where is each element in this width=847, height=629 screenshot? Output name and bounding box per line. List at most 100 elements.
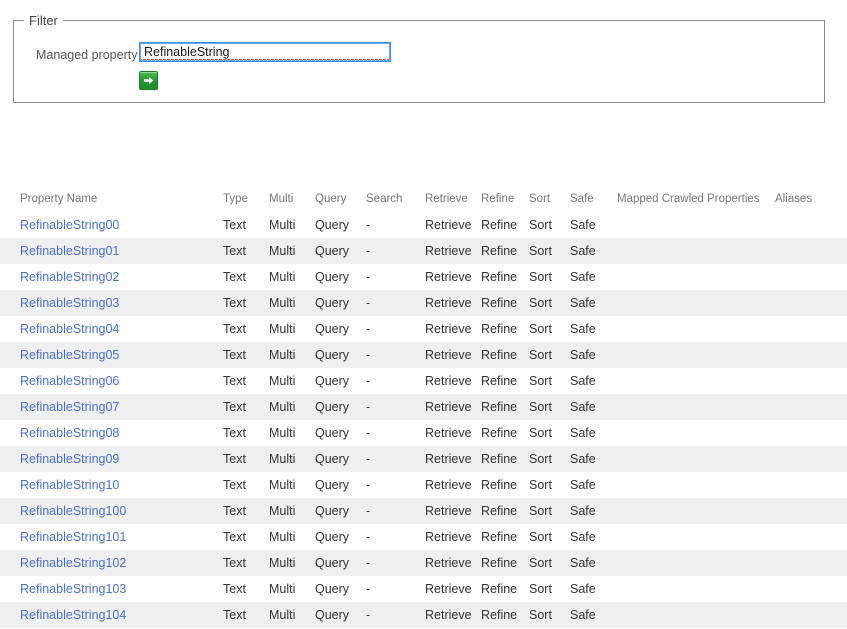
column-header-safe[interactable]: Safe xyxy=(570,186,617,212)
cell-type: Text xyxy=(223,296,246,310)
property-name-link[interactable]: RefinableString01 xyxy=(20,244,119,258)
cell-safe: Safe xyxy=(570,530,596,544)
column-header-retrieve[interactable]: Retrieve xyxy=(425,186,481,212)
cell-aliases xyxy=(775,368,847,394)
cell-property-name: RefinableString102 xyxy=(0,550,223,576)
cell-aliases xyxy=(775,524,847,550)
property-name-link[interactable]: RefinableString103 xyxy=(20,582,126,596)
table-row: RefinableString104 Text Multi Query - Retriev… xyxy=(0,602,847,628)
cell-safe: Safe xyxy=(570,556,596,570)
property-name-link[interactable]: RefinableString08 xyxy=(20,426,119,440)
table-row: RefinableString100 Text Multi Query - Retriev… xyxy=(0,498,847,524)
cell-sort: Sort xyxy=(529,556,552,570)
cell-sort: Sort xyxy=(529,582,552,596)
cell-refine: Refine xyxy=(481,348,518,362)
column-header-query[interactable]: Query xyxy=(315,186,366,212)
filter-go-button[interactable] xyxy=(139,71,158,90)
cell-search: - xyxy=(366,374,371,388)
property-name-link[interactable]: RefinableString104 xyxy=(20,608,126,622)
cell-retrieve: Retrieve xyxy=(425,244,472,258)
property-name-link[interactable]: RefinableString06 xyxy=(20,374,119,388)
column-header-property-name[interactable]: Property Name xyxy=(0,186,223,212)
table-row: RefinableString03 Text Multi Query - Retrieve… xyxy=(0,290,847,316)
column-header-multi[interactable]: Multi xyxy=(269,186,315,212)
column-header-sort[interactable]: Sort xyxy=(529,186,570,212)
cell-property-name: RefinableString101 xyxy=(0,524,223,550)
cell-refine: Refine xyxy=(481,582,518,596)
cell-mapped-crawled-properties xyxy=(617,238,775,264)
column-header-type[interactable]: Type xyxy=(223,186,269,212)
cell-mapped-crawled-properties xyxy=(617,550,775,576)
property-name-link[interactable]: RefinableString09 xyxy=(20,452,119,466)
property-name-link[interactable]: RefinableString00 xyxy=(20,218,119,232)
cell-query: Query xyxy=(315,426,350,440)
cell-retrieve: Retrieve xyxy=(425,504,472,518)
property-name-link[interactable]: RefinableString102 xyxy=(20,556,126,570)
cell-retrieve: Retrieve xyxy=(425,478,472,492)
cell-multi: Multi xyxy=(269,504,296,518)
cell-sort: Sort xyxy=(529,322,552,336)
cell-multi: Multi xyxy=(269,322,296,336)
cell-aliases xyxy=(775,342,847,368)
cell-property-name: RefinableString00 xyxy=(0,212,223,238)
cell-mapped-crawled-properties xyxy=(617,368,775,394)
column-header-mapped-crawled-properties[interactable]: Mapped Crawled Properties xyxy=(617,186,775,212)
property-name-link[interactable]: RefinableString04 xyxy=(20,322,119,336)
arrow-right-icon xyxy=(142,74,155,87)
cell-safe: Safe xyxy=(570,426,596,440)
cell-mapped-crawled-properties xyxy=(617,316,775,342)
cell-type: Text xyxy=(223,426,246,440)
cell-type: Text xyxy=(223,504,246,518)
cell-sort: Sort xyxy=(529,348,552,362)
cell-safe: Safe xyxy=(570,218,596,232)
cell-sort: Sort xyxy=(529,218,552,232)
cell-sort: Sort xyxy=(529,374,552,388)
property-name-link[interactable]: RefinableString03 xyxy=(20,296,119,310)
cell-search: - xyxy=(366,296,371,310)
table-row: RefinableString101 Text Multi Query - Retriev… xyxy=(0,524,847,550)
column-header-refine[interactable]: Refine xyxy=(481,186,529,212)
cell-search: - xyxy=(366,504,371,518)
cell-refine: Refine xyxy=(481,426,518,440)
cell-multi: Multi xyxy=(269,244,296,258)
table-body: RefinableString00 Text Multi Query - Retrieve… xyxy=(0,212,847,628)
property-name-link[interactable]: RefinableString100 xyxy=(20,504,126,518)
cell-property-name: RefinableString09 xyxy=(0,446,223,472)
cell-retrieve: Retrieve xyxy=(425,452,472,466)
cell-safe: Safe xyxy=(570,322,596,336)
column-header-search[interactable]: Search xyxy=(366,186,425,212)
cell-query: Query xyxy=(315,556,350,570)
property-name-link[interactable]: RefinableString02 xyxy=(20,270,119,284)
cell-mapped-crawled-properties xyxy=(617,290,775,316)
cell-property-name: RefinableString02 xyxy=(0,264,223,290)
cell-safe: Safe xyxy=(570,296,596,310)
cell-mapped-crawled-properties xyxy=(617,498,775,524)
cell-mapped-crawled-properties xyxy=(617,524,775,550)
table-row: RefinableString09 Text Multi Query - Retrieve… xyxy=(0,446,847,472)
managed-property-input[interactable] xyxy=(139,42,391,62)
cell-property-name: RefinableString01 xyxy=(0,238,223,264)
filter-legend: Filter xyxy=(29,13,58,28)
cell-safe: Safe xyxy=(570,348,596,362)
cell-multi: Multi xyxy=(269,608,296,622)
cell-multi: Multi xyxy=(269,582,296,596)
cell-sort: Sort xyxy=(529,244,552,258)
cell-aliases xyxy=(775,602,847,628)
column-header-aliases[interactable]: Aliases xyxy=(775,186,847,212)
cell-aliases xyxy=(775,498,847,524)
property-name-link[interactable]: RefinableString101 xyxy=(20,530,126,544)
cell-aliases xyxy=(775,576,847,602)
cell-query: Query xyxy=(315,504,350,518)
cell-type: Text xyxy=(223,582,246,596)
cell-mapped-crawled-properties xyxy=(617,394,775,420)
property-name-link[interactable]: RefinableString05 xyxy=(20,348,119,362)
cell-property-name: RefinableString06 xyxy=(0,368,223,394)
property-name-link[interactable]: RefinableString07 xyxy=(20,400,119,414)
property-name-link[interactable]: RefinableString10 xyxy=(20,478,119,492)
cell-property-name: RefinableString10 xyxy=(0,472,223,498)
cell-mapped-crawled-properties xyxy=(617,602,775,628)
cell-query: Query xyxy=(315,270,350,284)
cell-retrieve: Retrieve xyxy=(425,608,472,622)
cell-multi: Multi xyxy=(269,296,296,310)
cell-query: Query xyxy=(315,608,350,622)
